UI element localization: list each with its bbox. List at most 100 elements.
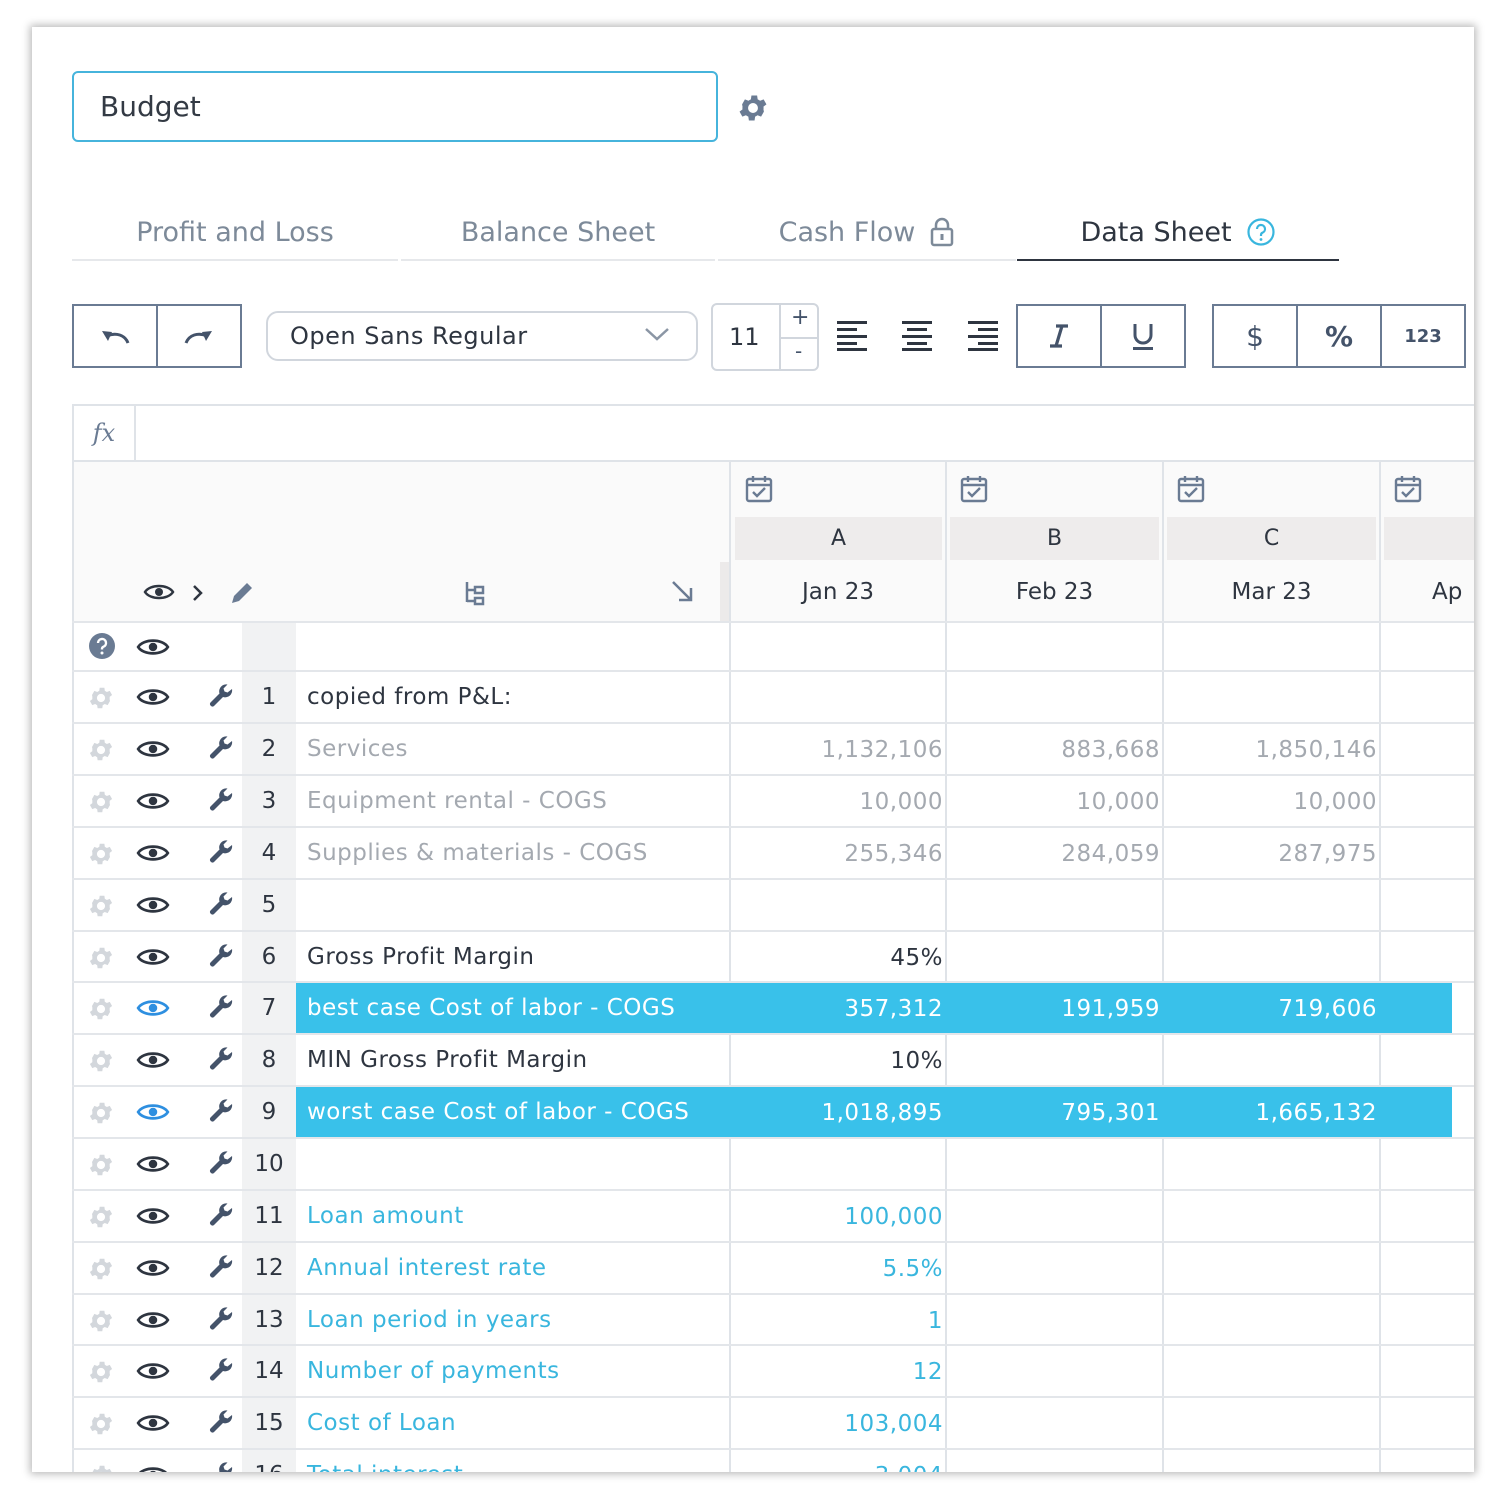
- table-row[interactable]: 16 Total interest 3,004: [72, 1449, 1474, 1472]
- eye-icon[interactable]: [136, 945, 170, 969]
- formula-bar[interactable]: fx: [72, 404, 1474, 462]
- cell-value[interactable]: 883,668: [960, 723, 1160, 775]
- eye-icon[interactable]: [136, 1100, 170, 1124]
- wrench-icon[interactable]: [208, 994, 236, 1022]
- row-label[interactable]: Gross Profit Margin: [307, 931, 534, 983]
- row-settings-gear-icon[interactable]: [87, 1099, 115, 1127]
- eye-icon[interactable]: [136, 893, 170, 917]
- align-left-icon[interactable]: [835, 317, 869, 351]
- row-settings-gear-icon[interactable]: [87, 1307, 115, 1335]
- row-label[interactable]: Number of payments: [307, 1345, 560, 1397]
- cell-value[interactable]: 10%: [743, 1034, 943, 1086]
- eye-icon[interactable]: [136, 1152, 170, 1176]
- wrench-icon[interactable]: [208, 787, 236, 815]
- eye-icon[interactable]: [136, 1463, 170, 1472]
- wrench-icon[interactable]: [208, 943, 236, 971]
- row-settings-gear-icon[interactable]: [87, 1462, 115, 1472]
- underline-button[interactable]: [1100, 304, 1186, 368]
- help-icon[interactable]: [88, 632, 116, 660]
- cell-value[interactable]: 1,132,106: [743, 723, 943, 775]
- row-label[interactable]: Loan period in years: [307, 1294, 552, 1346]
- table-row[interactable]: 13 Loan period in years 1: [72, 1294, 1474, 1346]
- eye-icon[interactable]: [136, 1204, 170, 1228]
- eye-icon[interactable]: [136, 841, 170, 865]
- cell-value[interactable]: [1177, 931, 1377, 983]
- eye-icon[interactable]: [136, 635, 170, 659]
- cell-value[interactable]: [960, 1190, 1160, 1242]
- cell-value[interactable]: 1,665,132: [1177, 1086, 1377, 1138]
- cell-value[interactable]: [743, 671, 943, 723]
- cell-value[interactable]: 1,850,146: [1177, 723, 1377, 775]
- pencil-icon[interactable]: [228, 579, 256, 607]
- cell-value[interactable]: 10,000: [743, 775, 943, 827]
- row-label[interactable]: Total interest: [307, 1449, 463, 1472]
- cell-value[interactable]: [960, 1345, 1160, 1397]
- table-row[interactable]: 4 Supplies & materials - COGS 255,346 284,0…: [72, 827, 1474, 879]
- eye-icon[interactable]: [143, 581, 175, 603]
- cell-value[interactable]: 45%: [743, 931, 943, 983]
- row-label[interactable]: Loan amount: [307, 1190, 464, 1242]
- cell-value[interactable]: 10,000: [960, 775, 1160, 827]
- expand-arrow-icon[interactable]: [670, 579, 696, 605]
- column-letter-c[interactable]: C: [1167, 517, 1376, 560]
- calendar-check-icon[interactable]: [1176, 474, 1206, 504]
- wrench-icon[interactable]: [208, 1202, 236, 1230]
- wrench-icon[interactable]: [208, 683, 236, 711]
- table-row[interactable]: 8 MIN Gross Profit Margin 10%: [72, 1034, 1474, 1086]
- cell-value[interactable]: [1177, 1190, 1377, 1242]
- table-row[interactable]: 6 Gross Profit Margin 45%: [72, 931, 1474, 983]
- row-label[interactable]: Annual interest rate: [307, 1242, 547, 1294]
- eye-icon[interactable]: [136, 1256, 170, 1280]
- column-letter-d[interactable]: [1384, 517, 1474, 560]
- row-label[interactable]: best case Cost of labor - COGS: [307, 982, 675, 1034]
- row-settings-gear-icon[interactable]: [87, 995, 115, 1023]
- help-circle-icon[interactable]: [1246, 217, 1276, 247]
- cell-value[interactable]: 795,301: [960, 1086, 1160, 1138]
- row-label[interactable]: Cost of Loan: [307, 1397, 456, 1449]
- wrench-icon[interactable]: [208, 1461, 236, 1472]
- eye-icon[interactable]: [136, 1308, 170, 1332]
- wrench-icon[interactable]: [208, 735, 236, 763]
- cell-value[interactable]: 103,004: [743, 1397, 943, 1449]
- row-settings-gear-icon[interactable]: [87, 1255, 115, 1283]
- currency-format-button[interactable]: $: [1212, 304, 1298, 368]
- number-format-button[interactable]: 123: [1380, 304, 1466, 368]
- row-label[interactable]: Services: [307, 723, 408, 775]
- cell-value[interactable]: 1: [743, 1294, 943, 1346]
- settings-gear-icon[interactable]: [736, 91, 770, 125]
- undo-button[interactable]: [72, 304, 158, 368]
- cell-value[interactable]: [960, 879, 1160, 931]
- wrench-icon[interactable]: [208, 1098, 236, 1126]
- table-row[interactable]: 14 Number of payments 12: [72, 1345, 1474, 1397]
- row-settings-gear-icon[interactable]: [87, 1047, 115, 1075]
- wrench-icon[interactable]: [208, 839, 236, 867]
- wrench-icon[interactable]: [208, 1357, 236, 1385]
- eye-icon[interactable]: [136, 1048, 170, 1072]
- sheet-title-input[interactable]: Budget: [72, 71, 718, 142]
- row-settings-gear-icon[interactable]: [87, 1151, 115, 1179]
- cell-value[interactable]: [1177, 671, 1377, 723]
- eye-icon[interactable]: [136, 737, 170, 761]
- tab-profit-and-loss[interactable]: Profit and Loss: [72, 205, 398, 261]
- cell-value[interactable]: 191,959: [960, 982, 1160, 1034]
- tab-balance-sheet[interactable]: Balance Sheet: [401, 205, 715, 261]
- cell-value[interactable]: [960, 1138, 1160, 1190]
- cell-value[interactable]: [960, 931, 1160, 983]
- calendar-check-icon[interactable]: [744, 474, 774, 504]
- font-size-increase-button[interactable]: +: [791, 305, 809, 330]
- cell-value[interactable]: [1177, 1449, 1377, 1472]
- eye-icon[interactable]: [136, 685, 170, 709]
- row-label[interactable]: Equipment rental - COGS: [307, 775, 607, 827]
- tab-cash-flow[interactable]: Cash Flow: [718, 205, 1016, 261]
- italic-button[interactable]: [1016, 304, 1102, 368]
- wrench-icon[interactable]: [208, 1254, 236, 1282]
- row-label[interactable]: copied from P&L:: [307, 671, 512, 723]
- row-label[interactable]: MIN Gross Profit Margin: [307, 1034, 588, 1086]
- table-row[interactable]: 7 best case Cost of labor - COGS 357,312 19…: [72, 982, 1474, 1034]
- row-label[interactable]: worst case Cost of labor - COGS: [307, 1086, 689, 1138]
- cell-value[interactable]: [960, 671, 1160, 723]
- align-right-icon[interactable]: [966, 317, 1000, 351]
- cell-value[interactable]: 284,059: [960, 827, 1160, 879]
- percent-format-button[interactable]: %: [1296, 304, 1382, 368]
- cell-value[interactable]: [960, 1034, 1160, 1086]
